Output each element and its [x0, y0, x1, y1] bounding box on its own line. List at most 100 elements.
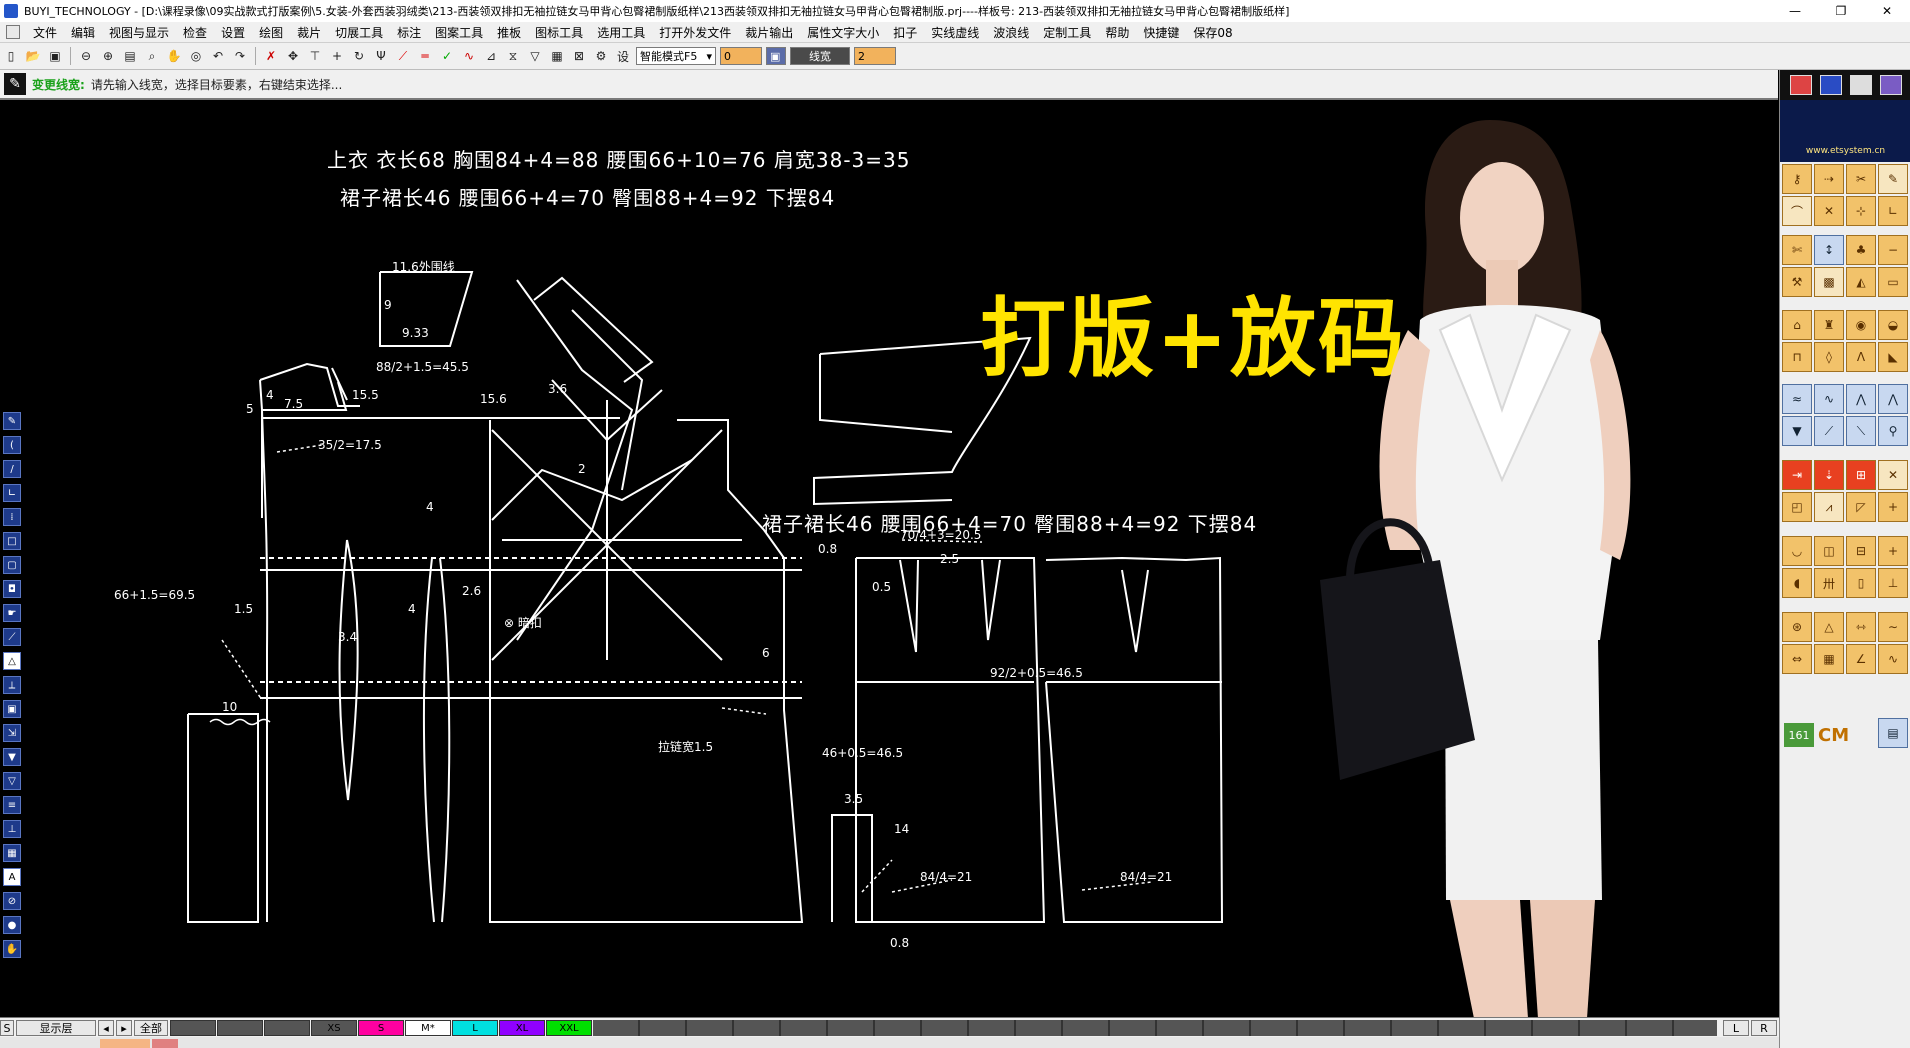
rtool-curve2-icon[interactable]: ∿	[1878, 644, 1908, 674]
size-xl[interactable]: XL	[499, 1020, 545, 1036]
zoom-in-icon[interactable]: ⊕	[99, 47, 117, 65]
rtool-export-icon[interactable]: ⇥	[1782, 460, 1812, 490]
print-icon[interactable]: ▤	[121, 47, 139, 65]
menu-file[interactable]: 文件	[26, 24, 64, 41]
r-button[interactable]: R	[1751, 1020, 1777, 1036]
save-icon[interactable]: ▣	[46, 47, 64, 65]
palette-icon[interactable]	[1850, 75, 1872, 95]
next-arrow-icon[interactable]: ▸	[116, 1020, 132, 1036]
minimize-button[interactable]: —	[1772, 0, 1818, 22]
zoom-fit-icon[interactable]: ◎	[187, 47, 205, 65]
tool-square-icon[interactable]: ▢	[3, 556, 21, 574]
rtool-divider-icon[interactable]: ⊟	[1846, 536, 1876, 566]
restore-button[interactable]: ❐	[1818, 0, 1864, 22]
rtool-minus-icon[interactable]: −	[1878, 235, 1908, 265]
rtool-corner-icon[interactable]: ◰	[1782, 492, 1812, 522]
size-m[interactable]: M*	[405, 1020, 451, 1036]
tool-underline-icon[interactable]: ⊥	[3, 820, 21, 838]
rtool-cut-icon[interactable]: ✄	[1782, 235, 1812, 265]
tool-red-mark-icon[interactable]: ⊘	[3, 892, 21, 910]
all-button[interactable]: 全部	[134, 1020, 168, 1036]
rtool-drop-line-icon[interactable]: ⊥	[1878, 568, 1908, 598]
tool-rect-icon[interactable]: □	[3, 532, 21, 550]
menu-buttons[interactable]: 扣子	[886, 24, 924, 41]
tool-slope-icon[interactable]: ⟋	[3, 628, 21, 646]
rtool-cross-icon[interactable]: ✕	[1814, 196, 1844, 226]
rtool-shirt-icon[interactable]: ⊓	[1782, 342, 1812, 372]
rtool-scissor-icon[interactable]: ✂	[1846, 164, 1876, 194]
rtool-tilde-icon[interactable]: ∼	[1878, 612, 1908, 642]
tool-divide-icon[interactable]: ⁞	[3, 508, 21, 526]
menu-wave-line[interactable]: 波浪线	[986, 24, 1036, 41]
value-field-1[interactable]: 0	[720, 47, 762, 65]
tool-grid-icon[interactable]: ▦	[3, 844, 21, 862]
menu-edit[interactable]: 编辑	[64, 24, 102, 41]
check-line-icon[interactable]: ✓	[438, 47, 456, 65]
rtool-table-icon[interactable]: ▦	[1814, 644, 1844, 674]
tool-funnel-icon[interactable]: ▼	[3, 748, 21, 766]
zoom-out-icon[interactable]: ⊖	[77, 47, 95, 65]
rtool-shoe2-icon[interactable]: ◖	[1782, 568, 1812, 598]
notch-icon[interactable]: ▽	[526, 47, 544, 65]
rtool-cup-icon[interactable]: ◡	[1782, 536, 1812, 566]
menu-line-style[interactable]: 实线虚线	[924, 24, 986, 41]
menu-piece-output[interactable]: 裁片输出	[738, 24, 800, 41]
l-button[interactable]: L	[1723, 1020, 1749, 1036]
zoom-window-icon[interactable]: ⌕	[143, 47, 161, 65]
menu-draw[interactable]: 绘图	[252, 24, 290, 41]
rtool-angle-icon[interactable]: ∟	[1878, 196, 1908, 226]
rtool-tag-icon[interactable]: ⊛	[1782, 612, 1812, 642]
align-icon[interactable]: ⊤	[306, 47, 324, 65]
tool-mark-icon[interactable]: ◘	[3, 580, 21, 598]
tool-export-icon[interactable]: ⇲	[3, 724, 21, 742]
rtool-compass-icon[interactable]: ⊹	[1846, 196, 1876, 226]
rtool-sleeve-icon[interactable]: ◊	[1814, 342, 1844, 372]
close-button[interactable]: ✕	[1864, 0, 1910, 22]
rtool-triangle-icon[interactable]: △	[1814, 612, 1844, 642]
layers-icon[interactable]	[1880, 75, 1902, 95]
flag-red-icon[interactable]	[1790, 75, 1812, 95]
menu-shortcuts[interactable]: 快捷键	[1136, 24, 1186, 41]
rtool-shape-icon[interactable]: ♣	[1846, 235, 1876, 265]
rtool-slant-icon[interactable]: ⟋	[1814, 416, 1844, 446]
rtool-merge-icon[interactable]: ⊞	[1846, 460, 1876, 490]
tool-angle-icon[interactable]: ∟	[3, 484, 21, 502]
undo-icon[interactable]: ↶	[209, 47, 227, 65]
s-button[interactable]: S	[0, 1020, 14, 1036]
menu-view[interactable]: 视图与显示	[102, 24, 176, 41]
rtool-boot-icon[interactable]: ◣	[1878, 342, 1908, 372]
menu-icon-tools[interactable]: 图标工具	[528, 24, 590, 41]
tool-save-icon[interactable]: ▣	[3, 700, 21, 718]
tool-line-icon[interactable]: /	[3, 460, 21, 478]
menu-check[interactable]: 检查	[176, 24, 214, 41]
menu-help[interactable]: 帮助	[1098, 24, 1136, 41]
pan-hand-icon[interactable]: ✋	[165, 47, 183, 65]
measure-icon[interactable]: ⊿	[482, 47, 500, 65]
rtool-pattern-icon[interactable]: ▩	[1814, 267, 1844, 297]
rtool-pin-icon[interactable]: ⚲	[1878, 416, 1908, 446]
redo-icon[interactable]: ↷	[231, 47, 249, 65]
grid-icon[interactable]: ▦	[548, 47, 566, 65]
rtool-spiral-icon[interactable]: ◉	[1846, 310, 1876, 340]
rtool-peak2-icon[interactable]: ⋀	[1878, 384, 1908, 414]
open-folder-icon[interactable]: 📂	[24, 47, 42, 65]
menu-save08[interactable]: 保存08	[1186, 24, 1239, 41]
rtool-vertical-icon[interactable]: ↕	[1814, 235, 1844, 265]
mirror-icon[interactable]: ⧖	[504, 47, 522, 65]
gear-box-icon[interactable]: ⚙	[592, 47, 610, 65]
rtool-peak-icon[interactable]: ⋀	[1846, 384, 1876, 414]
menu-pattern-tools[interactable]: 图案工具	[428, 24, 490, 41]
rtool-wave2-icon[interactable]: ∿	[1814, 384, 1844, 414]
rtool-measure-icon[interactable]: ⇔	[1782, 644, 1812, 674]
rtool-sewing-icon[interactable]: ⌂	[1782, 310, 1812, 340]
menu-annotate[interactable]: 标注	[390, 24, 428, 41]
rotate-icon[interactable]: ↻	[350, 47, 368, 65]
delete-element-icon[interactable]: ✗	[262, 47, 280, 65]
line-width-field[interactable]: 2	[854, 47, 896, 65]
rtool-angle2-icon[interactable]: ∠	[1846, 644, 1876, 674]
rtool-download-icon[interactable]: ⇣	[1814, 460, 1844, 490]
size-l[interactable]: L	[452, 1020, 498, 1036]
tool-pen-icon[interactable]: ✎	[3, 412, 21, 430]
tool-bars-icon[interactable]: ≡	[3, 796, 21, 814]
tool-funnel2-icon[interactable]: ▽	[3, 772, 21, 790]
